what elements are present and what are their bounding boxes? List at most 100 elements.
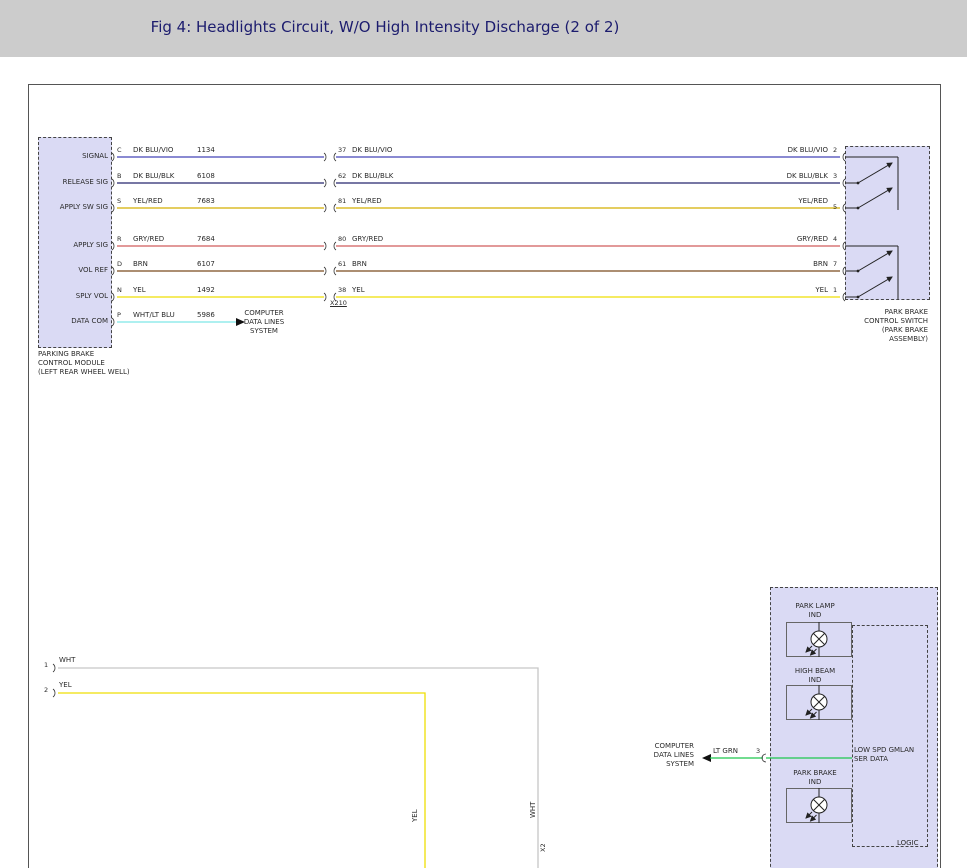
wire-circuit-number: 1492 [197, 286, 215, 294]
bottom-wire-color-label: YEL [59, 681, 72, 689]
connector-x210-link[interactable]: X210 [330, 299, 347, 307]
cluster-data-lines-destination: COMPUTER DATA LINES SYSTEM [632, 742, 694, 769]
wire-pin-letter: S [117, 197, 121, 205]
park-lamp-ind-label: PARK LAMP IND [779, 602, 851, 620]
bottom-wire-pin: 1 [44, 661, 48, 669]
logic-box [852, 625, 928, 847]
destination-line: SYSTEM [632, 760, 694, 769]
park-brake-indicator-box [786, 788, 852, 823]
wire-circuit-number: 7683 [197, 197, 215, 205]
bottom-connector-label: X2 [539, 843, 547, 852]
destination-line: DATA LINES [632, 751, 694, 760]
wire-mid-color-label: DK BLU/BLK [352, 172, 393, 180]
wire-right-pin: 2 [833, 146, 837, 154]
park-brake-ind-label: PARK BRAKE IND [779, 769, 851, 787]
indicator-label-line: HIGH BEAM [779, 667, 851, 676]
switch-caption: PARK BRAKE CONTROL SWITCH (PARK BRAKE AS… [828, 308, 928, 344]
wire-mid-pin: 62 [338, 172, 346, 180]
module-pin-label: DATA COM [40, 317, 108, 325]
wire-right-color-label: BRN [728, 260, 828, 268]
wire-circuit-number: 6107 [197, 260, 215, 268]
wire-mid-color-label: DK BLU/VIO [352, 146, 392, 154]
wire-color-label: DK BLU/BLK [133, 172, 174, 180]
module-pin-label: RELEASE SIG [40, 178, 108, 186]
indicator-label-line: PARK LAMP [779, 602, 851, 611]
wire-right-pin: 4 [833, 235, 837, 243]
module-caption-line: PARKING BRAKE [38, 350, 130, 359]
wire-right-color-label: DK BLU/VIO [728, 146, 828, 154]
wire-right-color-label: GRY/RED [728, 235, 828, 243]
wire-circuit-number: 5986 [197, 311, 215, 319]
module-pin-label: SPLY VOL [40, 292, 108, 300]
wiring-diagram-page: Fig 4: Headlights Circuit, W/O High Inte… [0, 0, 967, 868]
wire-color-label: BRN [133, 260, 148, 268]
green-wire-color-label: LT GRN [713, 747, 738, 755]
switch-caption-line: PARK BRAKE [828, 308, 928, 317]
wire-right-color-label: YEL/RED [728, 197, 828, 205]
wire-mid-pin: 81 [338, 197, 346, 205]
indicator-label-line: PARK BRAKE [779, 769, 851, 778]
wire-circuit-number: 6108 [197, 172, 215, 180]
destination-line: COMPUTER [232, 309, 296, 318]
wire-right-pin: 1 [833, 286, 837, 294]
wire-pin-letter: P [117, 311, 121, 319]
indicator-label-line: IND [779, 778, 851, 787]
wire-color-label: DK BLU/VIO [133, 146, 173, 154]
wire-pin-letter: R [117, 235, 122, 243]
module-caption-line: CONTROL MODULE [38, 359, 130, 368]
wire-right-color-label: YEL [728, 286, 828, 294]
data-lines-destination: COMPUTER DATA LINES SYSTEM [232, 309, 296, 336]
wire-pin-letter: N [117, 286, 122, 294]
wire-circuit-number: 1134 [197, 146, 215, 154]
figure-title: Fig 4: Headlights Circuit, W/O High Inte… [151, 18, 620, 36]
indicator-label-line: IND [779, 676, 851, 685]
switch-caption-line: CONTROL SWITCH [828, 317, 928, 326]
destination-line: DATA LINES [232, 318, 296, 327]
indicator-label-line: IND [779, 611, 851, 620]
wire-right-pin: 7 [833, 260, 837, 268]
wire-color-label: YEL [133, 286, 146, 294]
wire-mid-pin: 38 [338, 286, 346, 294]
module-pin-label: APPLY SIG [40, 241, 108, 249]
wire-mid-color-label: YEL [352, 286, 365, 294]
wire-mid-pin: 80 [338, 235, 346, 243]
park-lamp-indicator-box [786, 622, 852, 657]
bottom-wire-pin: 2 [44, 686, 48, 694]
destination-line: SYSTEM [232, 327, 296, 336]
wire-mid-pin: 37 [338, 146, 346, 154]
green-wire-pin: 3 [756, 747, 760, 755]
figure-header-bar: Fig 4: Headlights Circuit, W/O High Inte… [0, 0, 967, 57]
wire-right-pin: 5 [833, 203, 837, 211]
serial-data-line: SER DATA [854, 755, 914, 764]
logic-label: LOGIC [897, 839, 919, 847]
wire-color-label: GRY/RED [133, 235, 164, 243]
high-beam-ind-label: HIGH BEAM IND [779, 667, 851, 685]
switch-caption-line: ASSEMBLY) [828, 335, 928, 344]
wire-mid-color-label: BRN [352, 260, 367, 268]
vertical-wire-label-yel: YEL [411, 809, 419, 822]
wire-mid-pin: 61 [338, 260, 346, 268]
module-pin-label: VOL REF [40, 266, 108, 274]
wire-circuit-number: 7684 [197, 235, 215, 243]
module-pin-label: APPLY SW SIG [40, 203, 108, 211]
vertical-wire-label-wht: WHT [529, 802, 537, 818]
park-brake-control-switch-box [845, 146, 930, 300]
wire-pin-letter: C [117, 146, 122, 154]
wire-right-color-label: DK BLU/BLK [728, 172, 828, 180]
wire-right-pin: 3 [833, 172, 837, 180]
module-pin-label: SIGNAL [40, 152, 108, 160]
high-beam-indicator-box [786, 685, 852, 720]
switch-caption-line: (PARK BRAKE [828, 326, 928, 335]
wire-color-label: WHT/LT BLU [133, 311, 175, 319]
bottom-wire-color-label: WHT [59, 656, 75, 664]
module-caption: PARKING BRAKE CONTROL MODULE (LEFT REAR … [38, 350, 130, 377]
wire-pin-letter: D [117, 260, 122, 268]
serial-data-label: LOW SPD GMLAN SER DATA [854, 746, 914, 764]
wire-pin-letter: B [117, 172, 121, 180]
wire-mid-color-label: GRY/RED [352, 235, 383, 243]
wire-color-label: YEL/RED [133, 197, 163, 205]
serial-data-line: LOW SPD GMLAN [854, 746, 914, 755]
module-caption-line: (LEFT REAR WHEEL WELL) [38, 368, 130, 377]
destination-line: COMPUTER [632, 742, 694, 751]
wire-mid-color-label: YEL/RED [352, 197, 382, 205]
